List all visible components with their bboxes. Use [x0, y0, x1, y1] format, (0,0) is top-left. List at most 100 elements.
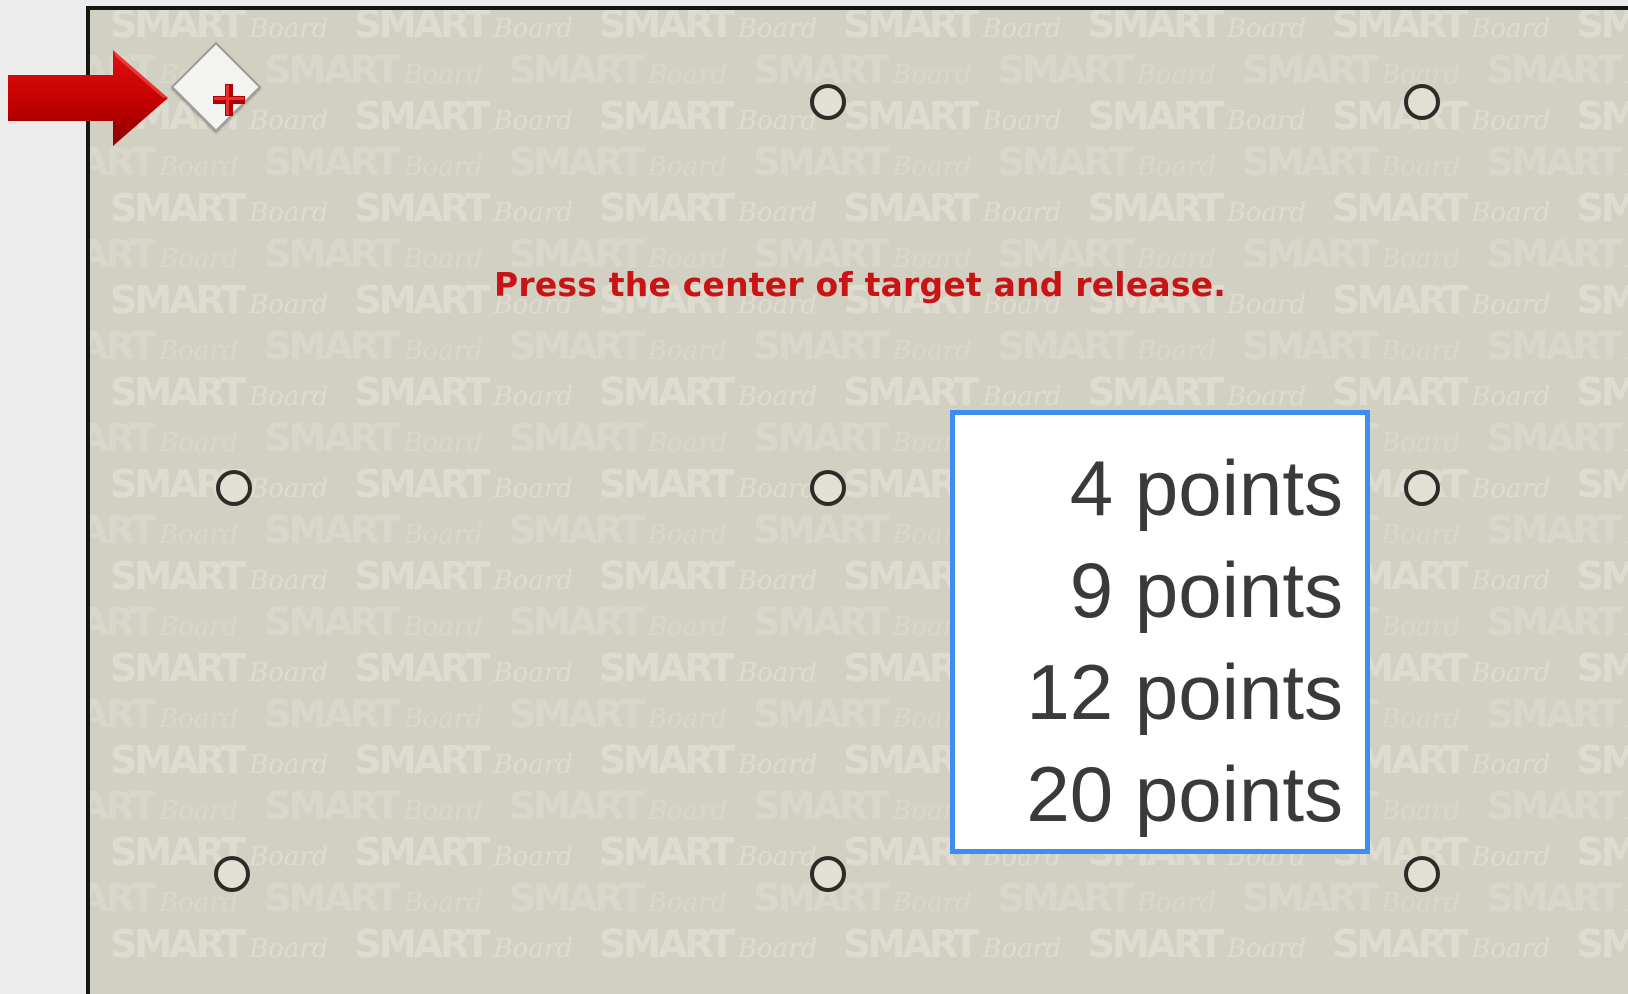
points-option: 9 points	[1069, 546, 1343, 634]
watermark-logo: SMARTBoard	[598, 94, 818, 138]
watermark-logo: SMARTBoard	[1486, 692, 1628, 736]
watermark-logo: SMARTBoard	[1486, 324, 1628, 368]
watermark-logo: SMARTBoard	[110, 922, 329, 966]
watermark-logo: SMARTBoard	[997, 324, 1217, 368]
watermark-logo: SMARTBoard	[354, 6, 573, 46]
calibration-board[interactable]: SMART Board SMART Board SMART Board SMART Board…	[86, 6, 1628, 994]
watermark-logo: SMARTBoard	[843, 186, 1062, 230]
calibration-screen: SMART Board SMART Board SMART Board SMART Board…	[0, 0, 1628, 994]
watermark-row: SMARTBoardSMARTBoardSMARTBoardSMARTBoard…	[110, 646, 1628, 690]
watermark-logo: SMARTBoard	[1486, 48, 1628, 92]
watermark-logo: SMARTBoard	[354, 186, 573, 230]
watermark-logo: SMARTBoard	[1087, 6, 1307, 46]
watermark-row: SMARTBoardSMARTBoardSMARTBoardSMARTBoard…	[86, 692, 1628, 736]
watermark-logo: SMARTBoard	[843, 922, 1062, 966]
watermark-row: SMARTBoard SMARTBoard SMARTBoard SMARTBoard…	[86, 324, 1628, 368]
watermark-logo: SMARTBoard	[843, 370, 1062, 414]
watermark-logo: SMARTBoard	[598, 830, 818, 874]
watermark-logo: SMARTBoard	[1576, 554, 1628, 598]
watermark-logo: SMARTBoard	[1332, 922, 1551, 966]
watermark-logo: SMARTBoard	[1242, 140, 1461, 184]
watermark-logo: SMARTBoard	[86, 692, 239, 736]
target-bottom-center[interactable]	[810, 856, 846, 892]
target-bottom-right[interactable]	[1404, 856, 1440, 892]
calibration-instruction: Press the center of target and release.	[493, 265, 1227, 304]
calibration-points-box: 4 points 9 points 12 points 20 points	[950, 410, 1370, 854]
watermark-logo: SMARTBoard	[1486, 232, 1628, 276]
smart-board-watermark: SMART Board SMART Board SMART Board SMART Board…	[90, 10, 1628, 994]
target-top-center[interactable]	[810, 84, 846, 120]
watermark-logo: SMARTBoard	[843, 94, 1062, 138]
watermark-logo: SMARTBoard	[354, 646, 573, 690]
watermark-logo: SMARTBoard	[508, 508, 728, 552]
watermark-row: SMARTBoardSMARTBoardSMARTBoardSMARTBoard…	[90, 600, 1628, 644]
watermark-logo: SMARTBoard	[1576, 6, 1628, 46]
watermark-logo: SMARTBoard	[86, 508, 239, 552]
watermark-logo: SMARTBoard	[997, 48, 1217, 92]
watermark-logo: SMARTBoard	[1332, 186, 1551, 230]
watermark-logo: SMARTBoard	[1486, 508, 1628, 552]
points-option: 12 points	[1026, 648, 1343, 736]
watermark-logo: SMARTBoard	[1576, 738, 1628, 782]
watermark-logo: SMARTBoard	[264, 600, 483, 644]
points-option: 20 points	[1026, 750, 1343, 838]
watermark-logo: SMARTBoard	[753, 324, 972, 368]
watermark-logo: SMARTBoard	[753, 784, 972, 828]
watermark-logo: SMARTBoard	[264, 324, 483, 368]
watermark-row: SMARTBoardSMARTBoardSMARTBoardSMARTBoard…	[110, 462, 1628, 506]
watermark-row: SMARTBoardSMARTBoardSMARTBoardSMARTBoard…	[110, 830, 1628, 874]
watermark-logo: SMARTBoard	[508, 784, 728, 828]
watermark-logo: SMARTBoard	[1486, 600, 1628, 644]
watermark-logo: SMARTBoard	[1087, 94, 1307, 138]
watermark-logo: SMARTBoard	[508, 692, 728, 736]
watermark-row: SMARTBoardSMARTBoardSMARTBoardSMARTBoard…	[110, 738, 1628, 782]
target-middle-left[interactable]	[216, 470, 252, 506]
crosshair-target-icon	[201, 72, 257, 128]
watermark-row: SMARTBoard SMARTBoard SMARTBoard SMARTBoard…	[110, 6, 1628, 46]
watermark-logo: SMARTBoard	[598, 6, 818, 46]
watermark-logo: SMARTBoard	[1087, 922, 1307, 966]
watermark-logo: SMARTBoard	[354, 738, 573, 782]
watermark-logo: SMARTBoard	[86, 784, 239, 828]
watermark-row: SMARTBoardSMARTBoardSMARTBoardSMARTBoard…	[110, 554, 1628, 598]
watermark-row: SMARTBoardSMARTBoardSMARTBoardSMARTBoard…	[90, 48, 1628, 92]
watermark-logo: SMARTBoard	[508, 324, 728, 368]
watermark-logo: SMARTBoard	[354, 94, 573, 138]
watermark-row: SMARTBoardSMARTBoardSMARTBoardSMARTBoard…	[110, 370, 1628, 414]
watermark-logo: SMARTBoard	[1576, 94, 1628, 138]
watermark-logo: SMARTBoard	[1486, 784, 1628, 828]
watermark-row: SMARTBoard SMARTBoard SMARTBoard SMARTBoard…	[86, 784, 1628, 828]
target-bottom-left[interactable]	[214, 856, 250, 892]
watermark-logo: SMARTBoard	[1576, 922, 1628, 966]
target-top-right[interactable]	[1404, 84, 1440, 120]
watermark-logo: SMARTBoard	[354, 922, 573, 966]
watermark-logo: SMARTBoard	[598, 646, 818, 690]
watermark-row: SMARTBoardSMARTBoardSMARTBoardSMARTBoard…	[86, 416, 1628, 460]
watermark-logo: SMARTBoard	[598, 738, 818, 782]
watermark-row: SMARTBoard SMARTBoard SMARTBoard SMARTBoard…	[110, 186, 1628, 230]
watermark-logo: SMARTBoard	[86, 416, 239, 460]
watermark-logo: SMARTBoard	[1576, 646, 1628, 690]
target-middle-right[interactable]	[1404, 470, 1440, 506]
watermark-logo: SMARTBoard	[1486, 140, 1628, 184]
watermark-logo: SMARTBoard	[508, 600, 728, 644]
watermark-logo: SMARTBoard	[354, 370, 573, 414]
watermark-row: SMARTBoard SMARTBoard SMARTBoard SMARTBoard…	[110, 94, 1628, 138]
watermark-logo: SMARTBoard	[997, 876, 1217, 920]
points-option: 4 points	[1069, 444, 1343, 532]
watermark-logo: SMARTBoard	[86, 324, 239, 368]
watermark-logo: SMARTBoard	[508, 140, 728, 184]
watermark-logo: SMARTBoard	[843, 6, 1062, 46]
target-middle-center[interactable]	[810, 470, 846, 506]
right-arrow-icon	[8, 50, 168, 146]
watermark-logo: SMARTBoard	[1576, 278, 1628, 322]
watermark-logo: SMARTBoard	[598, 370, 818, 414]
watermark-logo: SMARTBoard	[753, 416, 972, 460]
watermark-logo: SMARTBoard	[264, 508, 483, 552]
watermark-logo: SMARTBoard	[598, 462, 818, 506]
watermark-logo: SMARTBoard	[354, 554, 573, 598]
watermark-logo: SMARTBoard	[264, 48, 483, 92]
watermark-logo: SMARTBoard	[110, 186, 329, 230]
watermark-logo: SMARTBoard	[1242, 324, 1461, 368]
watermark-logo: SMARTBoard	[598, 922, 818, 966]
